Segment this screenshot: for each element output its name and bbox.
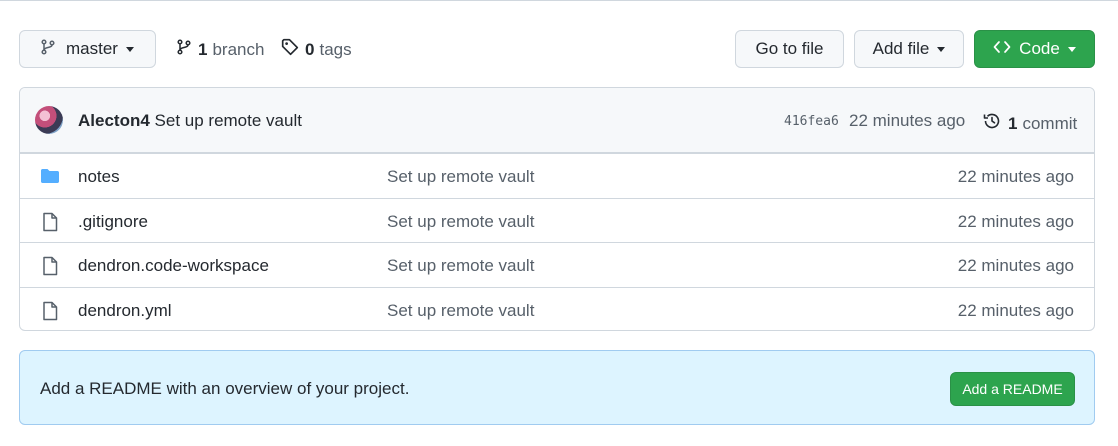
add-readme-button[interactable]: Add a README [950, 372, 1075, 406]
readme-banner: Add a README with an overview of your pr… [19, 350, 1095, 425]
file-commit-message-link[interactable]: Set up remote vault [387, 256, 534, 276]
tags-link[interactable]: 0 tags [281, 38, 352, 61]
file-commit-time: 22 minutes ago [957, 300, 1074, 320]
code-icon [993, 39, 1011, 60]
file-icon [40, 301, 60, 326]
branches-link[interactable]: 1 branch [176, 38, 264, 61]
git-branch-icon [40, 38, 56, 60]
branches-count: 1 [198, 39, 208, 59]
chevron-down-icon [125, 46, 134, 52]
commit-count: 1 [1008, 113, 1018, 133]
latest-commit-summary: Alecton4 Set up remote vault [78, 111, 302, 131]
tag-icon [281, 38, 299, 61]
branch-selector-label: master [66, 39, 118, 58]
go-to-file-button[interactable]: Go to file [735, 30, 844, 68]
table-row: dendron.yml Set up remote vault 22 minut… [20, 286, 1094, 331]
file-name-link[interactable]: .gitignore [78, 212, 148, 232]
table-row: .gitignore Set up remote vault 22 minute… [20, 197, 1094, 243]
file-commit-message-link[interactable]: Set up remote vault [387, 301, 534, 321]
add-file-button[interactable]: Add file [854, 30, 964, 68]
commit-time[interactable]: 22 minutes ago [849, 111, 965, 131]
history-icon [982, 111, 1002, 136]
table-row: notes Set up remote vault 22 minutes ago [20, 153, 1094, 198]
commit-history-link[interactable]: 1 commit [982, 111, 1077, 136]
file-commit-message-link[interactable]: Set up remote vault [387, 212, 534, 232]
file-table: Alecton4 Set up remote vault 416fea6 22 … [19, 87, 1095, 331]
file-name-link[interactable]: dendron.code-workspace [78, 256, 269, 276]
commit-label: commit [1022, 113, 1078, 133]
tags-count: 0 [305, 39, 315, 59]
commit-message-link[interactable]: Set up remote vault [155, 111, 302, 130]
file-commit-message-link[interactable]: Set up remote vault [387, 167, 534, 187]
file-commit-time: 22 minutes ago [957, 167, 1074, 186]
branches-label: branch [212, 39, 265, 59]
top-divider [0, 0, 1118, 1]
table-row: dendron.code-workspace Set up remote vau… [20, 242, 1094, 287]
readme-banner-text: Add a README with an overview of your pr… [40, 379, 410, 398]
commit-author-link[interactable]: Alecton4 [78, 111, 150, 130]
git-branch-icon [176, 38, 192, 61]
code-button[interactable]: Code [974, 30, 1095, 68]
avatar[interactable] [35, 106, 63, 134]
file-commit-time: 22 minutes ago [957, 211, 1074, 231]
file-commit-time: 22 minutes ago [957, 256, 1074, 275]
file-name-link[interactable]: notes [78, 167, 120, 187]
folder-icon [40, 167, 60, 190]
code-label: Code [1019, 39, 1060, 58]
chevron-down-icon [1067, 46, 1076, 52]
tags-label: tags [319, 39, 352, 59]
branch-selector-button[interactable]: master [19, 30, 156, 68]
file-name-link[interactable]: dendron.yml [78, 301, 172, 321]
chevron-down-icon [937, 46, 946, 52]
file-icon [40, 212, 60, 237]
file-icon [40, 256, 60, 281]
commit-sha-link[interactable]: 416fea6 [784, 114, 839, 129]
latest-commit-bar: Alecton4 Set up remote vault 416fea6 22 … [20, 88, 1094, 153]
add-file-label: Add file [872, 39, 930, 58]
